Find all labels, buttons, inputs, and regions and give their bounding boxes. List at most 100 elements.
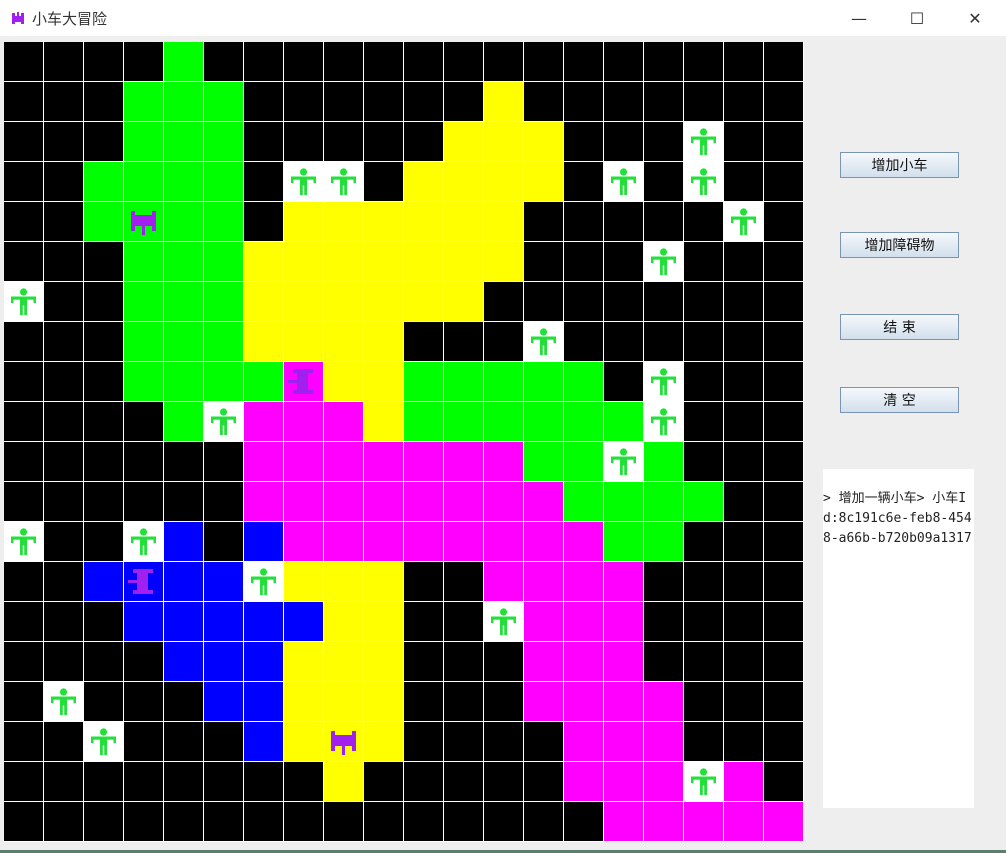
grid-cell[interactable] — [764, 762, 803, 801]
grid-cell[interactable] — [364, 242, 403, 281]
grid-cell[interactable] — [404, 562, 443, 601]
grid-cell[interactable] — [604, 682, 643, 721]
grid-cell[interactable] — [84, 202, 123, 241]
grid-cell[interactable] — [684, 42, 723, 81]
grid-cell-person[interactable] — [644, 362, 683, 401]
grid-cell[interactable] — [524, 682, 563, 721]
grid-cell[interactable] — [204, 202, 243, 241]
grid-cell[interactable] — [84, 802, 123, 841]
grid-cell[interactable] — [764, 402, 803, 441]
grid-cell[interactable] — [564, 362, 603, 401]
grid-cell[interactable] — [284, 802, 323, 841]
grid-cell[interactable] — [604, 42, 643, 81]
grid-cell[interactable] — [364, 282, 403, 321]
grid-cell[interactable] — [444, 802, 483, 841]
grid-cell[interactable] — [84, 162, 123, 201]
maximize-button[interactable]: ☐ — [888, 0, 946, 36]
grid-cell[interactable] — [564, 562, 603, 601]
grid-cell[interactable] — [284, 202, 323, 241]
grid-cell[interactable] — [404, 682, 443, 721]
grid-cell[interactable] — [4, 362, 43, 401]
grid-cell[interactable] — [44, 402, 83, 441]
grid-cell[interactable] — [44, 642, 83, 681]
grid-cell[interactable] — [444, 282, 483, 321]
add-obstacle-button[interactable]: 增加障碍物 — [840, 232, 959, 258]
grid-cell[interactable] — [244, 642, 283, 681]
grid-cell-person[interactable] — [284, 162, 323, 201]
grid-cell[interactable] — [324, 482, 363, 521]
grid-cell[interactable] — [124, 82, 163, 121]
grid-cell[interactable] — [444, 362, 483, 401]
grid-cell[interactable] — [364, 162, 403, 201]
grid-cell[interactable] — [524, 522, 563, 561]
grid-cell[interactable] — [284, 482, 323, 521]
grid-cell[interactable] — [604, 322, 643, 361]
grid-cell[interactable] — [244, 362, 283, 401]
grid-cell[interactable] — [164, 442, 203, 481]
grid-cell[interactable] — [84, 242, 123, 281]
grid-cell[interactable] — [204, 482, 243, 521]
grid-cell[interactable] — [284, 322, 323, 361]
grid-cell[interactable] — [164, 362, 203, 401]
grid-cell[interactable] — [44, 522, 83, 561]
grid-cell[interactable] — [84, 42, 123, 81]
grid-cell[interactable] — [124, 722, 163, 761]
grid-cell[interactable] — [604, 482, 643, 521]
grid-cell[interactable] — [364, 122, 403, 161]
grid-cell[interactable] — [4, 762, 43, 801]
grid-cell[interactable] — [444, 322, 483, 361]
grid-cell[interactable] — [324, 322, 363, 361]
grid-cell[interactable] — [44, 282, 83, 321]
grid-cell[interactable] — [124, 362, 163, 401]
grid-cell[interactable] — [524, 442, 563, 481]
grid-cell[interactable] — [404, 322, 443, 361]
grid-cell[interactable] — [764, 202, 803, 241]
log-panel[interactable]: > 增加一辆小车> 小车Id:8c191c6e-feb8-4548-a66b-b… — [823, 469, 974, 808]
grid-cell-person[interactable] — [644, 242, 683, 281]
grid-cell[interactable] — [404, 162, 443, 201]
grid-cell[interactable] — [324, 82, 363, 121]
grid-cell[interactable] — [364, 82, 403, 121]
grid-cell[interactable] — [484, 42, 523, 81]
grid-cell[interactable] — [404, 362, 443, 401]
grid-cell-person[interactable] — [324, 162, 363, 201]
grid-cell[interactable] — [164, 762, 203, 801]
grid-cell[interactable] — [764, 442, 803, 481]
grid-cell[interactable] — [124, 762, 163, 801]
grid-cell[interactable] — [684, 202, 723, 241]
grid-cell-person[interactable] — [724, 202, 763, 241]
grid-cell[interactable] — [524, 122, 563, 161]
grid-cell[interactable] — [284, 282, 323, 321]
grid-cell[interactable] — [684, 802, 723, 841]
grid-cell[interactable] — [124, 322, 163, 361]
grid-cell[interactable] — [124, 242, 163, 281]
grid-cell[interactable] — [524, 802, 563, 841]
grid-cell[interactable] — [444, 762, 483, 801]
grid-cell[interactable] — [404, 42, 443, 81]
grid-cell[interactable] — [244, 522, 283, 561]
grid-cell[interactable] — [684, 282, 723, 321]
grid-cell[interactable] — [484, 522, 523, 561]
grid-cell[interactable] — [84, 762, 123, 801]
grid-cell-person[interactable] — [684, 762, 723, 801]
grid-cell[interactable] — [444, 42, 483, 81]
grid-cell[interactable] — [324, 362, 363, 401]
grid-cell[interactable] — [524, 82, 563, 121]
grid-cell[interactable] — [524, 642, 563, 681]
grid-cell[interactable] — [564, 642, 603, 681]
grid-cell[interactable] — [604, 362, 643, 401]
grid-cell[interactable] — [244, 482, 283, 521]
grid-cell[interactable] — [364, 722, 403, 761]
grid-cell[interactable] — [204, 602, 243, 641]
grid-cell[interactable] — [284, 242, 323, 281]
grid-cell[interactable] — [4, 562, 43, 601]
grid-cell[interactable] — [244, 602, 283, 641]
grid-cell[interactable] — [124, 402, 163, 441]
grid-cell[interactable] — [244, 122, 283, 161]
grid-cell[interactable] — [724, 402, 763, 441]
grid-cell[interactable] — [4, 82, 43, 121]
grid-cell[interactable] — [164, 82, 203, 121]
grid-cell[interactable] — [724, 682, 763, 721]
grid-cell[interactable] — [604, 122, 643, 161]
grid-cell[interactable] — [684, 442, 723, 481]
